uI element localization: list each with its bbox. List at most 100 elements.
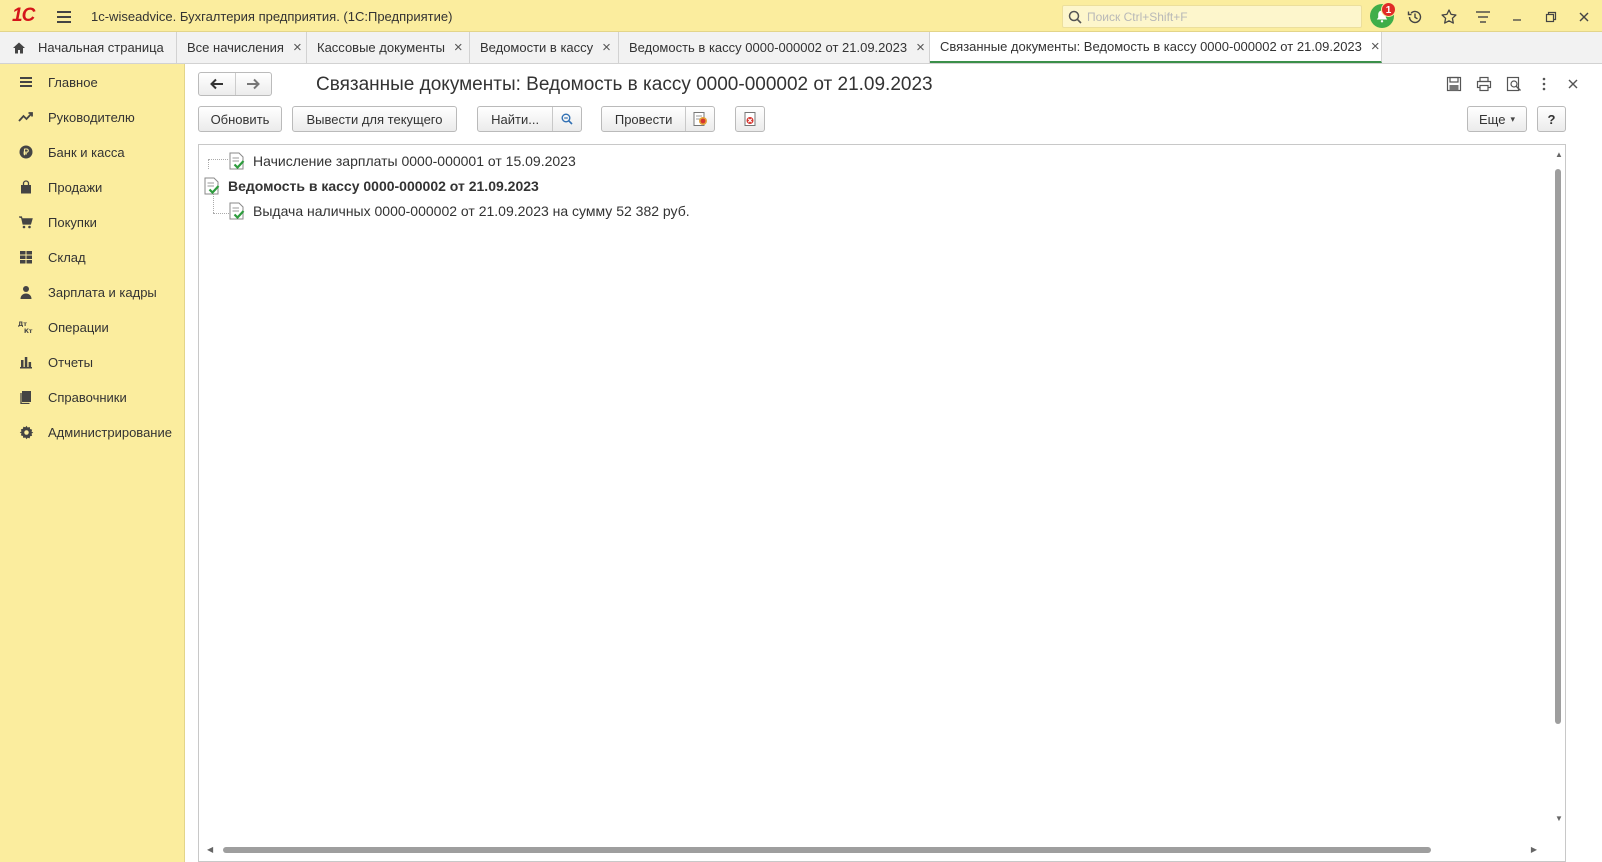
title-bar: 1C 1c-wiseadvice. Бухгалтерия предприяти… [0,0,1602,32]
home-icon [13,42,25,53]
close-icon[interactable]: × [1371,39,1380,54]
search-input[interactable] [1087,8,1347,26]
tab-all-accruals[interactable]: Все начисления × [177,32,307,63]
tab-cash-documents[interactable]: Кассовые документы × [307,32,470,63]
sidebar-item-warehouse[interactable]: Склад [0,243,185,271]
tree-item-cash-withdrawal[interactable]: Выдача наличных 0000-000002 от 21.09.202… [228,199,690,223]
find-button[interactable]: Найти... [478,107,552,131]
sidebar-item-label: Руководителю [48,109,135,125]
operations-icon: Дт Кт [18,319,34,335]
bag-icon [18,179,34,195]
posted-document-icon [229,152,245,169]
related-documents-tree[interactable]: Начисление зарплаты 0000-000001 от 15.09… [198,144,1566,862]
tree-item-salary-accrual[interactable]: Начисление зарплаты 0000-000001 от 15.09… [228,149,576,173]
tree-item-label: Выдача наличных 0000-000002 от 21.09.202… [253,203,690,219]
main-menu-icon[interactable] [55,8,73,24]
tab-label: Кассовые документы [317,40,445,55]
save-icon[interactable] [1444,74,1464,94]
close-icon[interactable]: × [454,40,463,55]
ruble-icon [18,144,34,160]
sidebar-item-label: Отчеты [48,354,93,370]
sidebar-item-references[interactable]: Справочники [0,383,185,411]
tree-item-label: Ведомость в кассу 0000-000002 от 21.09.2… [228,178,539,194]
scroll-down-icon[interactable]: ▼ [1555,815,1563,823]
open-windows-tabs: Начальная страница Все начисления × Касс… [0,32,1602,64]
scroll-left-icon[interactable]: ◀ [207,846,213,854]
posted-document-icon [204,177,220,194]
tree-item-cash-statement[interactable]: Ведомость в кассу 0000-000002 от 21.09.2… [203,174,539,198]
post-button[interactable]: Провести [602,107,685,131]
preview-icon[interactable] [1504,74,1524,94]
tab-label: Ведомости в кассу [480,40,594,55]
refresh-button[interactable]: Обновить [198,106,282,132]
tab-related-documents[interactable]: Связанные документы: Ведомость в кассу 0… [930,32,1382,63]
show-for-current-button[interactable]: Вывести для текущего [292,106,457,132]
chevron-down-icon: ▾ [1510,113,1515,124]
svg-text:Дт: Дт [18,321,27,328]
sidebar-item-manager[interactable]: Руководителю [0,103,185,131]
tab-label: Связанные документы: Ведомость в кассу 0… [940,39,1362,54]
vertical-scroll-thumb[interactable] [1555,169,1561,724]
vertical-scrollbar[interactable]: ▲ ▼ [1553,151,1563,823]
sidebar-item-label: Продажи [48,179,103,195]
horizontal-scroll-thumb[interactable] [223,847,1431,853]
global-search[interactable] [1062,5,1362,28]
sidebar-item-label: Склад [48,249,86,265]
tree-connector [213,213,229,214]
tab-label: Ведомость в кассу 0000-000002 от 21.09.2… [629,40,908,55]
cart-icon [18,214,34,230]
tab-home[interactable]: Начальная страница [0,32,177,63]
report-structure-button[interactable] [735,106,765,132]
tree-connector [208,159,209,169]
function-menu-icon[interactable] [1472,6,1494,28]
history-icon[interactable] [1404,6,1426,28]
sidebar-item-bank-cash[interactable]: Банк и касса [0,138,185,166]
sidebar-item-label: Покупки [48,214,97,230]
close-form-icon[interactable] [1563,74,1583,94]
navigation-buttons [198,72,272,96]
scroll-right-icon[interactable]: ▶ [1531,846,1537,854]
cancel-posting-icon[interactable] [685,107,714,131]
close-icon[interactable]: × [916,40,925,55]
restore-window-icon[interactable] [1540,6,1562,28]
tab-cash-statement-document[interactable]: Ведомость в кассу 0000-000002 от 21.09.2… [619,32,930,63]
sidebar-item-administration[interactable]: Администрирование [0,418,185,446]
sidebar-item-main[interactable]: Главное [0,68,185,96]
back-arrow-icon[interactable] [199,73,236,95]
more-actions-button[interactable]: Еще ▾ [1467,106,1527,132]
tab-label: Начальная страница [38,40,164,55]
close-icon[interactable]: × [602,40,611,55]
minimize-icon[interactable] [1506,6,1528,28]
app-logo[interactable]: 1C [12,6,44,26]
help-button[interactable]: ? [1537,106,1566,132]
sidebar-item-sales[interactable]: Продажи [0,173,185,201]
svg-text:Кт: Кт [24,328,33,334]
menu-icon [18,74,34,90]
tree-item-label: Начисление зарплаты 0000-000001 от 15.09… [253,153,576,169]
favorites-star-icon[interactable] [1438,6,1460,28]
report-structure-icon [744,112,756,126]
tree-connector [208,159,228,160]
app-title: 1c-wiseadvice. Бухгалтерия предприятия. … [91,9,453,24]
sidebar-item-label: Главное [48,74,98,90]
sidebar-item-operations[interactable]: Дт Кт Операции [0,313,185,341]
find-button-group: Найти... [477,106,582,132]
print-icon[interactable] [1474,74,1494,94]
scroll-up-icon[interactable]: ▲ [1555,151,1563,159]
sidebar-item-purchases[interactable]: Покупки [0,208,185,236]
related-documents-form: Связанные документы: Ведомость в кассу 0… [185,64,1602,862]
gear-icon [18,424,34,440]
sidebar-item-salary-hr[interactable]: Зарплата и кадры [0,278,185,306]
sidebar-item-label: Справочники [48,389,127,405]
sidebar-item-label: Банк и касса [48,144,125,160]
sidebar-item-reports[interactable]: Отчеты [0,348,185,376]
cancel-search-icon[interactable] [552,107,581,131]
close-icon[interactable]: × [293,40,302,55]
more-vertical-icon[interactable] [1534,74,1554,94]
close-window-icon[interactable] [1573,6,1595,28]
tab-cash-statements[interactable]: Ведомости в кассу × [470,32,619,63]
forward-arrow-icon[interactable] [236,73,272,95]
report-icon [18,354,34,370]
person-icon [18,284,34,300]
horizontal-scrollbar[interactable]: ◀ ▶ [207,845,1537,855]
